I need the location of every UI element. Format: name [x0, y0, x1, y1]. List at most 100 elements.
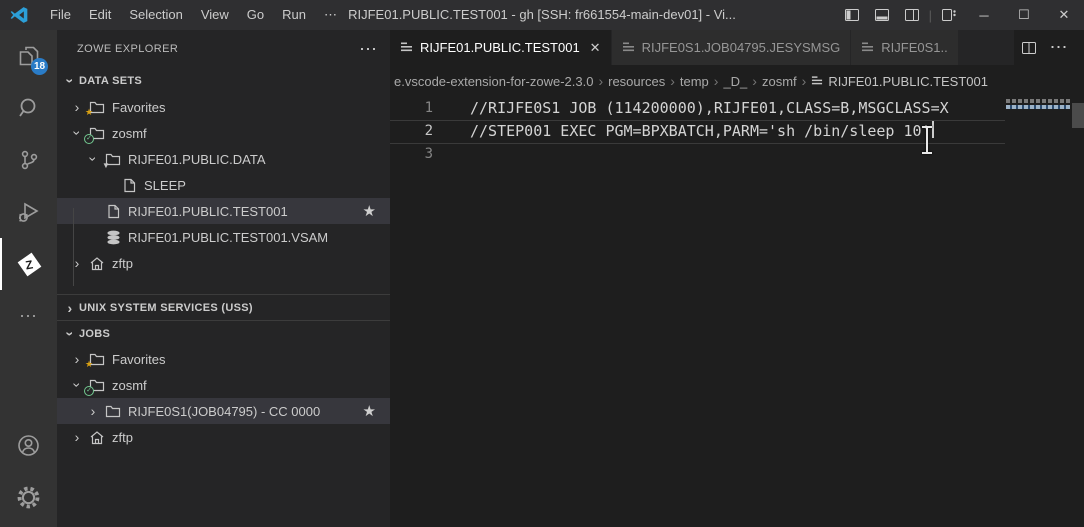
tab-rijfe0s1-truncated[interactable]: RIJFE0S1.. [851, 30, 958, 65]
chevron-right-icon[interactable] [84, 404, 102, 418]
vscode-window: File Edit Selection View Go Run ⋯ RIJFE0… [0, 0, 1084, 527]
breadcrumb-item[interactable]: e.vscode-extension-for-zowe-2.3.0 [392, 74, 595, 89]
file-icon [102, 202, 124, 220]
activity-bar: 18 Z [0, 30, 57, 527]
customize-layout-icon[interactable] [934, 0, 964, 30]
tree-item-jobs-zftp[interactable]: zftp [57, 424, 390, 450]
tab-bar: RIJFE01.PUBLIC.TEST001 RIJFE0S1.JOB04795… [390, 30, 1084, 65]
favorite-star-icon[interactable] [363, 202, 376, 220]
tree-item-datasets-zftp[interactable]: zftp [57, 250, 390, 276]
tree-item-datasets-favorites[interactable]: Favorites [57, 94, 390, 120]
breadcrumb-item[interactable]: temp [678, 74, 711, 89]
editor-area: RIJFE01.PUBLIC.TEST001 RIJFE0S1.JOB04795… [390, 30, 1084, 527]
menu-edit[interactable]: Edit [80, 0, 120, 30]
tree-item-public-test001[interactable]: RIJFE01.PUBLIC.TEST001 [57, 198, 390, 224]
section-uss[interactable]: UNIX SYSTEM SERVICES (USS) [57, 294, 390, 320]
minimap-line [1006, 99, 1070, 103]
sidebar-title: ZOWE EXPLORER [77, 43, 178, 55]
sidebar-more-actions-icon[interactable] [359, 39, 378, 60]
toggle-primary-sidebar-icon[interactable] [837, 0, 867, 30]
folder-favorites-icon [86, 350, 108, 368]
menu-more[interactable]: ⋯ [315, 0, 346, 30]
chevron-right-icon [61, 301, 79, 315]
breadcrumb-item[interactable]: _D_ [721, 74, 749, 89]
code-line-2: 2 //STEP001 EXEC PGM=BPXBATCH,PARM='sh /… [390, 120, 1084, 143]
accounts-icon[interactable] [0, 419, 57, 471]
tree-item-sleep[interactable]: SLEEP [57, 172, 390, 198]
minimap-slider[interactable] [1072, 103, 1084, 128]
section-data-sets[interactable]: DATA SETS [57, 68, 390, 94]
tab-rijfe01-public-test001[interactable]: RIJFE01.PUBLIC.TEST001 [390, 30, 612, 65]
menu-run[interactable]: Run [273, 0, 315, 30]
zowe-explorer-sidebar: ZOWE EXPLORER DATA SETS Favorites [57, 30, 390, 527]
tree-item-job-rijfe0s1[interactable]: RIJFE0S1(JOB04795) - CC 0000 [57, 398, 390, 424]
menu-selection[interactable]: Selection [120, 0, 191, 30]
explorer-icon[interactable]: 18 [0, 30, 57, 82]
close-icon[interactable] [590, 40, 601, 56]
line-number: 1 [390, 97, 452, 120]
tree-item-test001-vsam[interactable]: RIJFE01.PUBLIC.TEST001.VSAM [57, 224, 390, 250]
menu-go[interactable]: Go [238, 0, 273, 30]
minimap[interactable] [1006, 99, 1070, 111]
toggle-secondary-sidebar-icon[interactable] [897, 0, 927, 30]
file-lines-icon [811, 75, 823, 87]
settings-gear-icon[interactable] [0, 471, 57, 523]
breadcrumb-item-file[interactable]: RIJFE01.PUBLIC.TEST001 [809, 74, 990, 89]
section-jobs[interactable]: JOBS [57, 320, 390, 346]
chevron-right-icon [799, 73, 810, 89]
chevron-right-icon[interactable] [68, 256, 86, 270]
favorite-star-icon[interactable] [363, 402, 376, 420]
toggle-panel-icon[interactable] [867, 0, 897, 30]
file-lines-icon [400, 41, 413, 54]
home-icon [86, 254, 108, 272]
menu-file[interactable]: File [41, 0, 80, 30]
minimize-button[interactable]: ─ [964, 0, 1004, 30]
maximize-button[interactable]: ☐ [1004, 0, 1044, 30]
window-title: RIJFE01.PUBLIC.TEST001 - gh [SSH: fr6615… [348, 0, 736, 30]
tab-jesysmsg[interactable]: RIJFE0S1.JOB04795.JESYSMSG [612, 30, 852, 65]
zowe-icon[interactable]: Z [0, 238, 57, 290]
chevron-down-icon [61, 74, 79, 88]
vsam-database-icon [102, 228, 124, 246]
chevron-right-icon [595, 73, 606, 89]
chevron-right-icon[interactable] [68, 352, 86, 366]
line-number: 3 [390, 143, 452, 166]
tree-item-jobs-favorites[interactable]: Favorites [57, 346, 390, 372]
file-lines-icon [861, 41, 874, 54]
editor-more-actions-icon[interactable] [1044, 30, 1074, 65]
breadcrumb-item[interactable]: resources [606, 74, 667, 89]
chevron-right-icon[interactable] [68, 430, 86, 444]
folder-favorites-icon [86, 98, 108, 116]
split-editor-icon[interactable] [1014, 30, 1044, 65]
code-line-1: 1 //RIJFE0S1 JOB (114200000),RIJFE01,CLA… [390, 97, 1084, 120]
file-icon [118, 176, 140, 194]
explorer-badge: 18 [31, 58, 48, 75]
indent-guide [73, 208, 74, 286]
file-lines-icon [622, 41, 635, 54]
titlebar-separator: | [927, 8, 934, 23]
close-button[interactable]: ✕ [1044, 0, 1084, 30]
tree-item-datasets-zosmf[interactable]: ✓ zosmf [57, 120, 390, 146]
folder-icon [102, 402, 124, 420]
line-number: 2 [390, 120, 452, 143]
source-control-icon[interactable] [0, 134, 57, 186]
mouse-ibeam-cursor [921, 126, 933, 154]
folder-profile-icon: ✓ [86, 124, 108, 142]
more-views-icon[interactable] [0, 290, 57, 342]
tree-item-public-data[interactable]: RIJFE01.PUBLIC.DATA [57, 146, 390, 172]
code-editor[interactable]: 1 //RIJFE0S1 JOB (114200000),RIJFE01,CLA… [390, 97, 1084, 527]
breadcrumb-item[interactable]: zosmf [760, 74, 799, 89]
chevron-right-icon [667, 73, 678, 89]
chevron-right-icon [749, 73, 760, 89]
filtered-dataset-icon [102, 150, 124, 168]
search-icon[interactable] [0, 82, 57, 134]
chevron-right-icon [711, 73, 722, 89]
chevron-down-icon[interactable] [84, 152, 102, 166]
tree-item-jobs-zosmf[interactable]: ✓ zosmf [57, 372, 390, 398]
chevron-right-icon[interactable] [68, 100, 86, 114]
run-debug-icon[interactable] [0, 186, 57, 238]
code-line-3: 3 [390, 143, 1084, 166]
menu-view[interactable]: View [192, 0, 238, 30]
chevron-down-icon [61, 327, 79, 341]
home-icon [86, 428, 108, 446]
